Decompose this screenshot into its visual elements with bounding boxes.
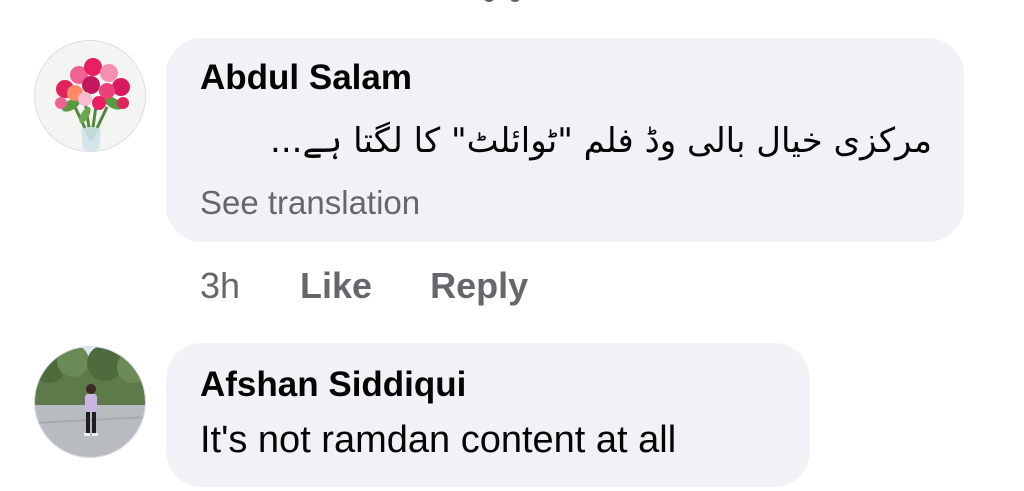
reply-button[interactable]: Reply (430, 265, 528, 307)
see-translation-link[interactable]: See translation (200, 184, 420, 222)
person-outdoors-icon (35, 347, 145, 457)
flower-bouquet-icon (35, 41, 145, 151)
comment-bubble: Afshan Siddiqui It's not ramdan content … (166, 343, 810, 487)
comment-author[interactable]: Abdul Salam (200, 58, 412, 98)
comments-thread: Abdul Salam مرکزی خیال بالی وڈ فلم "ٹوائ… (0, 0, 1024, 491)
avatar[interactable] (34, 40, 146, 152)
avatar[interactable] (34, 346, 146, 458)
comment-author[interactable]: Afshan Siddiqui (200, 365, 466, 405)
comment-text: مرکزی خیال بالی وڈ فلم "ٹوائلٹ" کا لگتا … (270, 121, 932, 161)
comment-actions: 3h Like Reply (200, 264, 528, 308)
like-button[interactable]: Like (300, 265, 372, 307)
comment-text: It's not ramdan content at all (200, 419, 677, 461)
reaction-icons-remnant (470, 0, 530, 4)
comment-bubble: Abdul Salam مرکزی خیال بالی وڈ فلم "ٹوائ… (166, 38, 964, 242)
comment-timestamp[interactable]: 3h (200, 265, 240, 307)
